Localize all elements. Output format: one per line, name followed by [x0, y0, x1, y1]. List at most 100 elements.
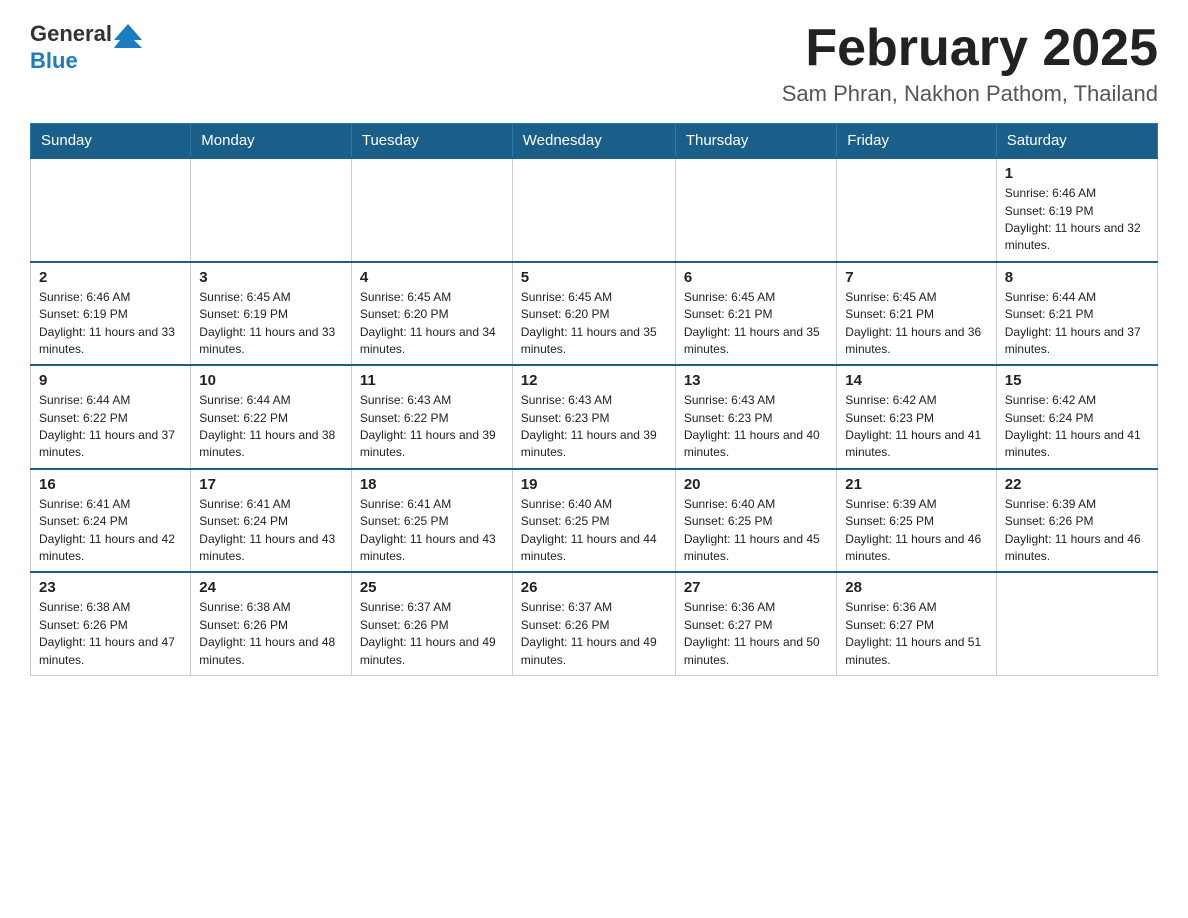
day-number: 17 — [199, 476, 343, 493]
calendar-header-row: SundayMondayTuesdayWednesdayThursdayFrid… — [31, 124, 1158, 159]
day-info: Sunrise: 6:45 AM Sunset: 6:21 PM Dayligh… — [684, 289, 828, 359]
calendar-week-row: 9 Sunrise: 6:44 AM Sunset: 6:22 PM Daylig… — [31, 365, 1158, 469]
calendar-cell: 25 Sunrise: 6:37 AM Sunset: 6:26 PM Dayli… — [351, 572, 512, 675]
calendar-cell — [351, 158, 512, 262]
day-info: Sunrise: 6:43 AM Sunset: 6:23 PM Dayligh… — [684, 392, 828, 462]
day-info: Sunrise: 6:40 AM Sunset: 6:25 PM Dayligh… — [684, 496, 828, 566]
day-number: 20 — [684, 476, 828, 493]
day-info: Sunrise: 6:44 AM Sunset: 6:22 PM Dayligh… — [199, 392, 343, 462]
day-info: Sunrise: 6:46 AM Sunset: 6:19 PM Dayligh… — [1005, 185, 1149, 255]
calendar-cell: 7 Sunrise: 6:45 AM Sunset: 6:21 PM Daylig… — [837, 262, 996, 366]
calendar-cell: 4 Sunrise: 6:45 AM Sunset: 6:20 PM Daylig… — [351, 262, 512, 366]
day-info: Sunrise: 6:44 AM Sunset: 6:21 PM Dayligh… — [1005, 289, 1149, 359]
day-number: 27 — [684, 579, 828, 596]
day-number: 19 — [521, 476, 667, 493]
day-number: 26 — [521, 579, 667, 596]
day-info: Sunrise: 6:39 AM Sunset: 6:26 PM Dayligh… — [1005, 496, 1149, 566]
day-number: 18 — [360, 476, 504, 493]
calendar-table: SundayMondayTuesdayWednesdayThursdayFrid… — [30, 123, 1158, 676]
day-info: Sunrise: 6:43 AM Sunset: 6:23 PM Dayligh… — [521, 392, 667, 462]
calendar-cell: 13 Sunrise: 6:43 AM Sunset: 6:23 PM Dayli… — [675, 365, 836, 469]
day-number: 25 — [360, 579, 504, 596]
day-number: 2 — [39, 269, 182, 286]
day-info: Sunrise: 6:40 AM Sunset: 6:25 PM Dayligh… — [521, 496, 667, 566]
calendar-cell: 17 Sunrise: 6:41 AM Sunset: 6:24 PM Dayli… — [191, 469, 352, 573]
day-number: 12 — [521, 372, 667, 389]
calendar-cell: 26 Sunrise: 6:37 AM Sunset: 6:26 PM Dayli… — [512, 572, 675, 675]
calendar-cell — [512, 158, 675, 262]
day-info: Sunrise: 6:42 AM Sunset: 6:23 PM Dayligh… — [845, 392, 987, 462]
day-info: Sunrise: 6:37 AM Sunset: 6:26 PM Dayligh… — [360, 599, 504, 669]
logo-blue-text: Blue — [30, 48, 78, 73]
day-info: Sunrise: 6:37 AM Sunset: 6:26 PM Dayligh… — [521, 599, 667, 669]
day-info: Sunrise: 6:43 AM Sunset: 6:22 PM Dayligh… — [360, 392, 504, 462]
weekday-header-sunday: Sunday — [31, 124, 191, 159]
weekday-header-saturday: Saturday — [996, 124, 1157, 159]
day-info: Sunrise: 6:42 AM Sunset: 6:24 PM Dayligh… — [1005, 392, 1149, 462]
day-info: Sunrise: 6:36 AM Sunset: 6:27 PM Dayligh… — [845, 599, 987, 669]
day-number: 6 — [684, 269, 828, 286]
calendar-cell: 20 Sunrise: 6:40 AM Sunset: 6:25 PM Dayli… — [675, 469, 836, 573]
day-info: Sunrise: 6:45 AM Sunset: 6:20 PM Dayligh… — [360, 289, 504, 359]
day-info: Sunrise: 6:36 AM Sunset: 6:27 PM Dayligh… — [684, 599, 828, 669]
calendar-cell: 14Sunrise: 6:42 AM Sunset: 6:23 PM Dayli… — [837, 365, 996, 469]
calendar-week-row: 16Sunrise: 6:41 AM Sunset: 6:24 PM Dayli… — [31, 469, 1158, 573]
calendar-cell: 15 Sunrise: 6:42 AM Sunset: 6:24 PM Dayli… — [996, 365, 1157, 469]
day-number: 23 — [39, 579, 182, 596]
calendar-cell: 9 Sunrise: 6:44 AM Sunset: 6:22 PM Daylig… — [31, 365, 191, 469]
calendar-cell: 28 Sunrise: 6:36 AM Sunset: 6:27 PM Dayli… — [837, 572, 996, 675]
day-number: 28 — [845, 579, 987, 596]
day-info: Sunrise: 6:38 AM Sunset: 6:26 PM Dayligh… — [199, 599, 343, 669]
weekday-header-tuesday: Tuesday — [351, 124, 512, 159]
day-info: Sunrise: 6:38 AM Sunset: 6:26 PM Dayligh… — [39, 599, 182, 669]
day-number: 9 — [39, 372, 182, 389]
calendar-cell: 27 Sunrise: 6:36 AM Sunset: 6:27 PM Dayli… — [675, 572, 836, 675]
calendar-cell: 22 Sunrise: 6:39 AM Sunset: 6:26 PM Dayli… — [996, 469, 1157, 573]
day-number: 11 — [360, 372, 504, 389]
calendar-cell: 10Sunrise: 6:44 AM Sunset: 6:22 PM Dayli… — [191, 365, 352, 469]
logo-general-text: General — [30, 21, 112, 47]
calendar-cell: 21Sunrise: 6:39 AM Sunset: 6:25 PM Dayli… — [837, 469, 996, 573]
calendar-cell — [675, 158, 836, 262]
day-info: Sunrise: 6:46 AM Sunset: 6:19 PM Dayligh… — [39, 289, 182, 359]
day-number: 22 — [1005, 476, 1149, 493]
page-header: General Blue February 2025 Sam Phran, Na… — [30, 20, 1158, 107]
calendar-cell: 6 Sunrise: 6:45 AM Sunset: 6:21 PM Daylig… — [675, 262, 836, 366]
location-subtitle: Sam Phran, Nakhon Pathom, Thailand — [782, 81, 1158, 107]
day-info: Sunrise: 6:45 AM Sunset: 6:20 PM Dayligh… — [521, 289, 667, 359]
logo: General Blue — [30, 20, 142, 74]
day-info: Sunrise: 6:44 AM Sunset: 6:22 PM Dayligh… — [39, 392, 182, 462]
day-number: 24 — [199, 579, 343, 596]
day-number: 15 — [1005, 372, 1149, 389]
weekday-header-friday: Friday — [837, 124, 996, 159]
day-info: Sunrise: 6:41 AM Sunset: 6:24 PM Dayligh… — [199, 496, 343, 566]
calendar-week-row: 23 Sunrise: 6:38 AM Sunset: 6:26 PM Dayli… — [31, 572, 1158, 675]
day-number: 8 — [1005, 269, 1149, 286]
calendar-cell: 2 Sunrise: 6:46 AM Sunset: 6:19 PM Daylig… — [31, 262, 191, 366]
day-info: Sunrise: 6:45 AM Sunset: 6:21 PM Dayligh… — [845, 289, 987, 359]
calendar-cell: 1Sunrise: 6:46 AM Sunset: 6:19 PM Daylig… — [996, 158, 1157, 262]
calendar-cell: 23 Sunrise: 6:38 AM Sunset: 6:26 PM Dayli… — [31, 572, 191, 675]
calendar-cell: 18Sunrise: 6:41 AM Sunset: 6:25 PM Dayli… — [351, 469, 512, 573]
calendar-cell: 24 Sunrise: 6:38 AM Sunset: 6:26 PM Dayli… — [191, 572, 352, 675]
calendar-cell: 19 Sunrise: 6:40 AM Sunset: 6:25 PM Dayli… — [512, 469, 675, 573]
calendar-cell — [31, 158, 191, 262]
calendar-cell — [837, 158, 996, 262]
day-number: 5 — [521, 269, 667, 286]
calendar-cell: 8 Sunrise: 6:44 AM Sunset: 6:21 PM Daylig… — [996, 262, 1157, 366]
calendar-cell — [996, 572, 1157, 675]
calendar-cell: 3Sunrise: 6:45 AM Sunset: 6:19 PM Daylig… — [191, 262, 352, 366]
month-title: February 2025 — [782, 20, 1158, 77]
day-number: 13 — [684, 372, 828, 389]
weekday-header-wednesday: Wednesday — [512, 124, 675, 159]
calendar-cell: 16Sunrise: 6:41 AM Sunset: 6:24 PM Dayli… — [31, 469, 191, 573]
calendar-cell: 5 Sunrise: 6:45 AM Sunset: 6:20 PM Daylig… — [512, 262, 675, 366]
day-number: 4 — [360, 269, 504, 286]
day-number: 7 — [845, 269, 987, 286]
calendar-cell: 11 Sunrise: 6:43 AM Sunset: 6:22 PM Dayli… — [351, 365, 512, 469]
calendar-week-row: 1Sunrise: 6:46 AM Sunset: 6:19 PM Daylig… — [31, 158, 1158, 262]
day-number: 21 — [845, 476, 987, 493]
calendar-cell — [191, 158, 352, 262]
weekday-header-thursday: Thursday — [675, 124, 836, 159]
weekday-header-monday: Monday — [191, 124, 352, 159]
